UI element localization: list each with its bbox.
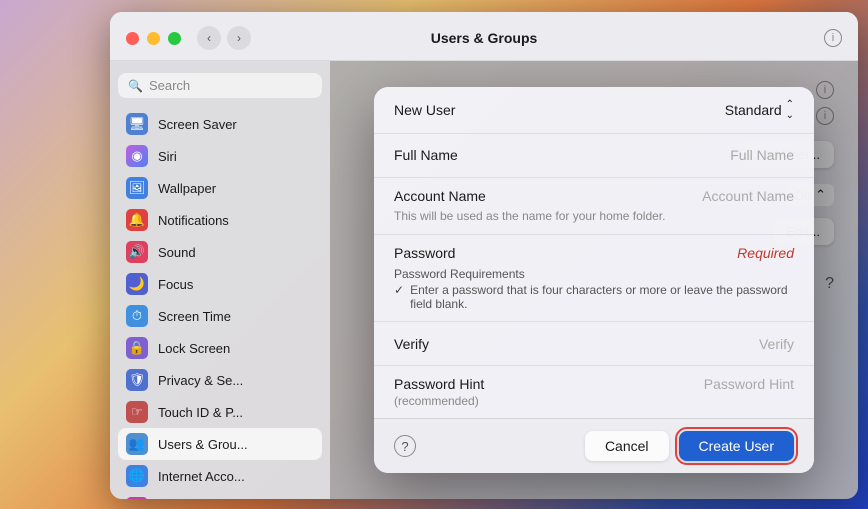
account-name-placeholder[interactable]: Account Name <box>702 188 794 204</box>
internet-icon: 🌐 <box>126 465 148 487</box>
main-content: i i Add User... Off ⌃ Edit... ? <box>330 61 858 499</box>
focus-icon: 🌙 <box>126 273 148 295</box>
sidebar-item-notifications[interactable]: 🔔 Notifications <box>118 204 322 236</box>
sound-icon: 🔊 <box>126 241 148 263</box>
req-check-icon: ✓ <box>394 283 404 297</box>
full-name-label: Full Name <box>394 147 554 163</box>
hint-label: Password Hint <box>394 376 554 392</box>
sidebar-item-game[interactable]: 🎮 Game Center <box>118 492 322 499</box>
sidebar-item-privacy[interactable]: 🛡 Privacy & Se... <box>118 364 322 396</box>
hint-row: Password Hint Password Hint (recommended… <box>374 366 814 418</box>
sidebar-item-screentime[interactable]: ⏱ Screen Time <box>118 300 322 332</box>
forward-button[interactable]: › <box>227 26 251 50</box>
sidebar-label-screentime: Screen Time <box>158 309 231 324</box>
lockscreen-icon: 🔒 <box>126 337 148 359</box>
sidebar-item-siri[interactable]: ◉ Siri <box>118 140 322 172</box>
close-button[interactable] <box>126 32 139 45</box>
back-button[interactable]: ‹ <box>197 26 221 50</box>
search-placeholder: Search <box>149 78 190 93</box>
sidebar-label-lockscreen: Lock Screen <box>158 341 230 356</box>
title-bar: ‹ › Users & Groups i <box>110 12 858 61</box>
touchid-icon: ☞ <box>126 401 148 423</box>
sidebar-item-screensaver[interactable]: 🖥 Screen Saver <box>118 108 322 140</box>
minimize-button[interactable] <box>147 32 160 45</box>
sidebar-label-siri: Siri <box>158 149 177 164</box>
game-icon: 🎮 <box>126 497 148 499</box>
create-user-button[interactable]: Create User <box>679 431 794 461</box>
account-name-subtext: This will be used as the name for your h… <box>394 206 665 225</box>
siri-icon: ◉ <box>126 145 148 167</box>
account-name-row: Account Name Account Name This will be u… <box>374 178 814 236</box>
user-type-value: Standard <box>725 102 782 118</box>
verify-row: Verify Verify <box>374 322 814 366</box>
user-type-chevron-icon: ⌃⌄ <box>786 99 794 121</box>
sidebar-label-touchid: Touch ID & P... <box>158 405 243 420</box>
modal-body: New User Standard ⌃⌄ Full Name Full Name <box>374 87 814 419</box>
new-user-row: New User Standard ⌃⌄ <box>374 87 814 134</box>
screentime-icon: ⏱ <box>126 305 148 327</box>
sidebar-label-privacy: Privacy & Se... <box>158 373 243 388</box>
sidebar-item-users[interactable]: 👥 Users & Grou... <box>118 428 322 460</box>
navigation-buttons: ‹ › <box>197 26 251 50</box>
modal-overlay: New User Standard ⌃⌄ Full Name Full Name <box>330 61 858 499</box>
modal-footer: ? Cancel Create User <box>374 418 814 473</box>
user-type-selector[interactable]: Standard ⌃⌄ <box>725 99 794 121</box>
password-requirements: Password Requirements ✓ Enter a password… <box>394 267 794 311</box>
sidebar-label-screensaver: Screen Saver <box>158 117 237 132</box>
sidebar-item-internet[interactable]: 🌐 Internet Acco... <box>118 460 322 492</box>
info-button[interactable]: i <box>824 29 842 47</box>
new-user-label: New User <box>394 102 554 118</box>
sidebar-label-notifications: Notifications <box>158 213 229 228</box>
sidebar-label-internet: Internet Acco... <box>158 469 245 484</box>
sidebar-item-lockscreen[interactable]: 🔒 Lock Screen <box>118 332 322 364</box>
sidebar-item-wallpaper[interactable]: 🖼 Wallpaper <box>118 172 322 204</box>
sidebar-item-touchid[interactable]: ☞ Touch ID & P... <box>118 396 322 428</box>
notifications-icon: 🔔 <box>126 209 148 231</box>
privacy-icon: 🛡 <box>126 369 148 391</box>
hint-subtext: (recommended) <box>394 394 479 408</box>
screensaver-icon: 🖥 <box>126 113 148 135</box>
hint-placeholder[interactable]: Password Hint <box>704 376 794 392</box>
sidebar-item-focus[interactable]: 🌙 Focus <box>118 268 322 300</box>
new-user-modal: New User Standard ⌃⌄ Full Name Full Name <box>374 87 814 474</box>
full-name-row: Full Name Full Name <box>374 134 814 178</box>
search-box[interactable]: 🔍 Search <box>118 73 322 98</box>
sidebar-label-users: Users & Grou... <box>158 437 248 452</box>
maximize-button[interactable] <box>168 32 181 45</box>
sidebar: 🔍 Search 🖥 Screen Saver ◉ Siri 🖼 Wallpap… <box>110 61 330 499</box>
password-row: Password Required Password Requirements … <box>374 235 814 322</box>
password-placeholder[interactable]: Required <box>737 245 794 261</box>
window-title: Users & Groups <box>431 30 538 46</box>
full-name-placeholder[interactable]: Full Name <box>730 147 794 163</box>
system-preferences-window: ‹ › Users & Groups i 🔍 Search 🖥 Screen S… <box>110 12 858 499</box>
modal-footer-buttons: Cancel Create User <box>585 431 794 461</box>
req-item: ✓ Enter a password that is four characte… <box>394 283 794 311</box>
traffic-lights <box>126 32 181 45</box>
sidebar-label-wallpaper: Wallpaper <box>158 181 216 196</box>
search-icon: 🔍 <box>128 79 143 93</box>
wallpaper-icon: 🖼 <box>126 177 148 199</box>
sidebar-label-focus: Focus <box>158 277 193 292</box>
password-label: Password <box>394 245 554 261</box>
users-icon: 👥 <box>126 433 148 455</box>
window-body: 🔍 Search 🖥 Screen Saver ◉ Siri 🖼 Wallpap… <box>110 61 858 499</box>
sidebar-item-sound[interactable]: 🔊 Sound <box>118 236 322 268</box>
modal-help-button[interactable]: ? <box>394 435 416 457</box>
req-title: Password Requirements <box>394 267 794 281</box>
cancel-button[interactable]: Cancel <box>585 431 669 461</box>
account-name-label: Account Name <box>394 188 554 204</box>
verify-placeholder[interactable]: Verify <box>759 336 794 352</box>
verify-label: Verify <box>394 336 554 352</box>
req-text: Enter a password that is four characters… <box>410 283 794 311</box>
sidebar-label-sound: Sound <box>158 245 196 260</box>
